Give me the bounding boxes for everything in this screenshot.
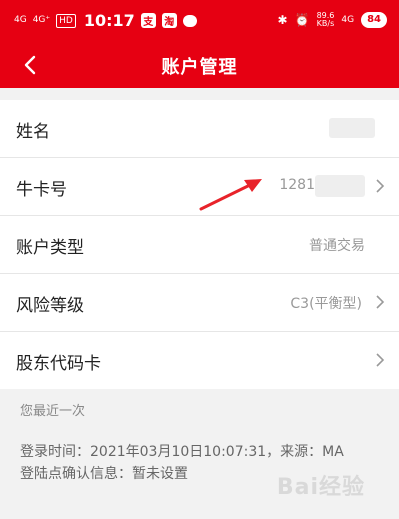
nav-bar: 账户管理 — [0, 42, 399, 88]
battery-indicator: 84 — [361, 12, 387, 28]
row-shareholder-code-label: 股东代码卡 — [16, 354, 101, 374]
status-bar-left: 4G 4G⁺ HD 10:17 支 淘 — [14, 11, 197, 30]
page-title: 账户管理 — [161, 57, 238, 78]
row-name: 姓名 — [0, 100, 399, 158]
alipay-icon: 支 — [140, 13, 156, 28]
row-shareholder-code[interactable]: 股东代码卡 — [0, 332, 399, 389]
network-speed: 89.6 KB/s — [317, 12, 335, 28]
row-risk-level-value: C3(平衡型) — [290, 296, 362, 312]
annotation-arrow-icon — [199, 179, 262, 211]
chevron-right-icon — [376, 179, 385, 193]
signal-icon-right: 4G — [341, 14, 355, 25]
redacted-name — [329, 118, 375, 138]
recent-login-heading: 您最近一次 — [20, 404, 86, 419]
row-account-type: 账户类型 普通交易 — [0, 216, 399, 274]
signal-icon-2: 4G⁺ — [32, 15, 51, 25]
redacted-card-number — [315, 175, 365, 197]
login-time-text: 登录时间：2021年03月10日10:07:31，来源：MA — [20, 444, 344, 460]
watermark: Bai经验 — [276, 475, 365, 500]
status-bar: 4G 4G⁺ HD 10:17 支 淘 ✱ ⏰ 89.6 KB/s 4G 84 — [0, 0, 399, 42]
row-name-label: 姓名 — [16, 122, 50, 142]
row-account-type-value: 普通交易 — [309, 238, 365, 254]
row-risk-level-label: 风险等级 — [16, 296, 84, 316]
alarm-icon: ⏰ — [294, 13, 310, 27]
bluetooth-icon: ✱ — [277, 13, 288, 27]
row-card-number-value: 1281 — [279, 177, 315, 193]
chevron-right-icon — [376, 295, 385, 309]
network-speed-unit: KB/s — [316, 19, 335, 28]
signal-icon-1: 4G — [14, 15, 27, 25]
taobao-icon: 淘 — [161, 13, 177, 28]
chat-icon — [182, 14, 197, 27]
row-risk-level[interactable]: 风险等级 C3(平衡型) — [0, 274, 399, 332]
status-bar-right: ✱ ⏰ 89.6 KB/s 4G 84 — [278, 12, 387, 28]
row-account-type-label: 账户类型 — [16, 238, 84, 258]
chevron-right-icon — [376, 353, 385, 367]
hd-badge: HD — [56, 13, 76, 28]
status-time: 10:17 — [83, 11, 135, 30]
login-confirm-text: 登陆点确认信息：暂未设置 — [20, 466, 188, 482]
account-list: 姓名 牛卡号 1281 账户类型 普通交易 风险等级 C3(平衡型) 股东代码卡 — [0, 100, 399, 389]
row-card-number-label: 牛卡号 — [16, 180, 67, 200]
